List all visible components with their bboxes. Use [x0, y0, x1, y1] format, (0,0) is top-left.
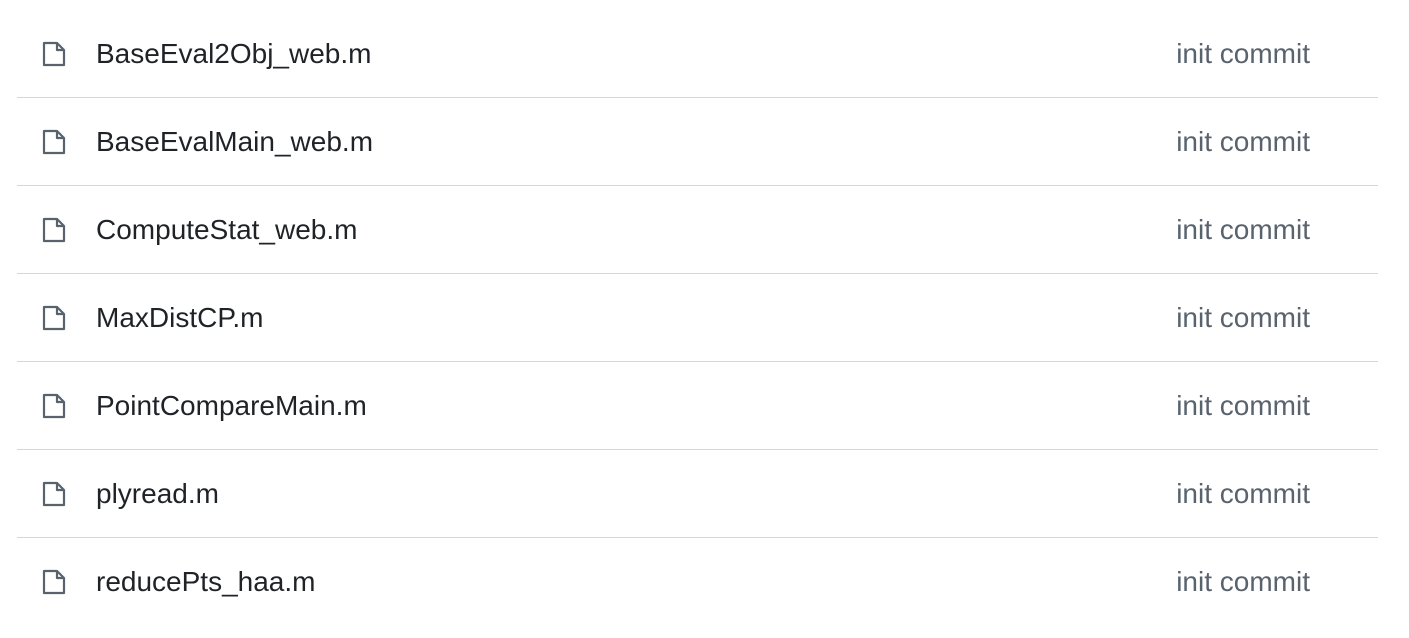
- file-row: reducePts_haa.m init commit: [17, 538, 1378, 626]
- file-name-link[interactable]: BaseEval2Obj_web.m: [96, 10, 371, 98]
- file-name-link[interactable]: MaxDistCP.m: [96, 274, 264, 362]
- file-icon: [42, 393, 66, 419]
- file-icon: [42, 129, 66, 155]
- commit-message-link[interactable]: init commit: [1176, 362, 1310, 450]
- commit-message-link[interactable]: init commit: [1176, 186, 1310, 274]
- file-row: BaseEvalMain_web.m init commit: [17, 98, 1378, 186]
- file-row: plyread.m init commit: [17, 450, 1378, 538]
- commit-message-link[interactable]: init commit: [1176, 98, 1310, 186]
- file-row: MaxDistCP.m init commit: [17, 274, 1378, 362]
- file-row: BaseEval2Obj_web.m init commit: [17, 10, 1378, 98]
- file-name-link[interactable]: PointCompareMain.m: [96, 362, 367, 450]
- file-name-link[interactable]: ComputeStat_web.m: [96, 186, 357, 274]
- file-icon: [42, 481, 66, 507]
- file-icon: [42, 569, 66, 595]
- file-name-link[interactable]: plyread.m: [96, 450, 219, 538]
- file-icon: [42, 305, 66, 331]
- file-icon: [42, 41, 66, 67]
- file-icon: [42, 217, 66, 243]
- file-name-link[interactable]: BaseEvalMain_web.m: [96, 98, 373, 186]
- commit-message-link[interactable]: init commit: [1176, 274, 1310, 362]
- file-name-link[interactable]: reducePts_haa.m: [96, 538, 315, 626]
- commit-message-link[interactable]: init commit: [1176, 538, 1310, 626]
- file-list: BaseEval2Obj_web.m init commit BaseEvalM…: [17, 10, 1378, 626]
- file-row: ComputeStat_web.m init commit: [17, 186, 1378, 274]
- commit-message-link[interactable]: init commit: [1176, 10, 1310, 98]
- commit-message-link[interactable]: init commit: [1176, 450, 1310, 538]
- file-row: PointCompareMain.m init commit: [17, 362, 1378, 450]
